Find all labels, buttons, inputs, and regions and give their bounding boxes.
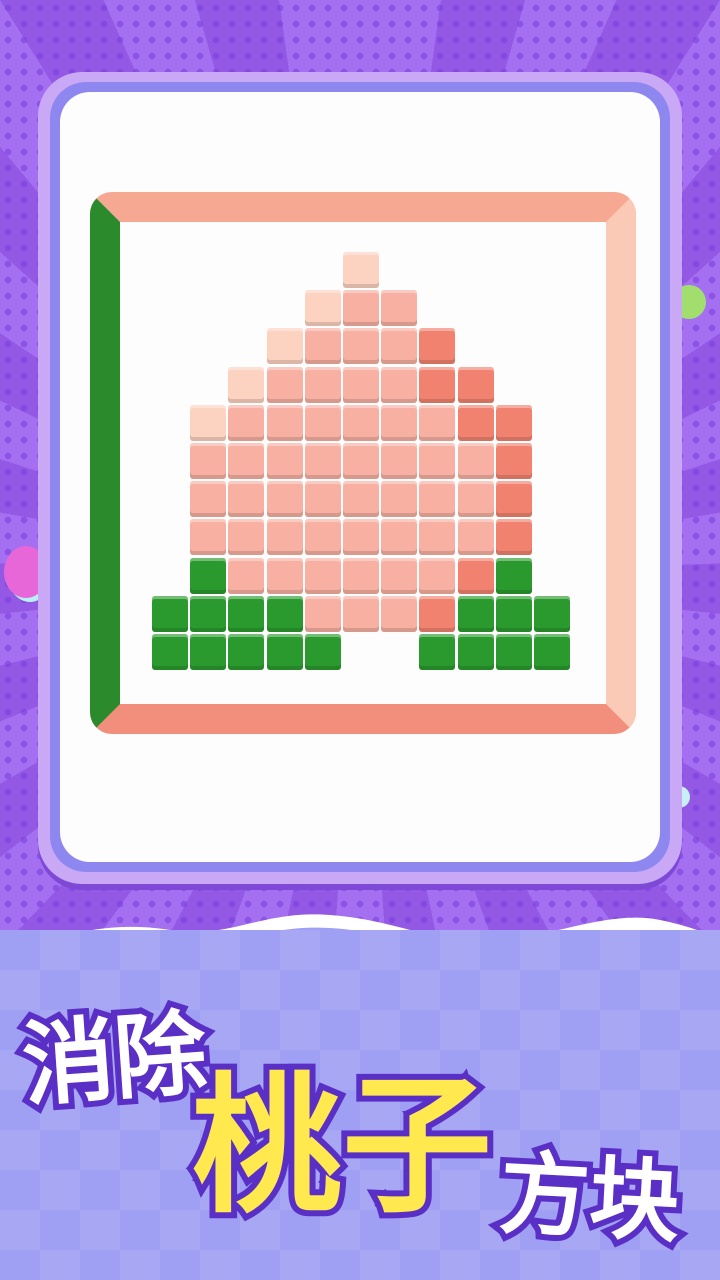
- puzzle-block[interactable]: [381, 328, 418, 365]
- puzzle-block[interactable]: [419, 366, 456, 403]
- puzzle-block[interactable]: [419, 557, 456, 594]
- title-word-peach: 桃子: [186, 1054, 498, 1240]
- puzzle-block[interactable]: [190, 557, 227, 594]
- title-word-blocks: 方块: [491, 1135, 688, 1261]
- puzzle-block[interactable]: [381, 481, 418, 518]
- puzzle-block[interactable]: [419, 481, 456, 518]
- puzzle-block[interactable]: [343, 404, 379, 441]
- puzzle-block[interactable]: [381, 519, 418, 556]
- puzzle-block[interactable]: [495, 481, 532, 518]
- puzzle-block[interactable]: [190, 404, 227, 441]
- puzzle-block[interactable]: [419, 443, 456, 479]
- puzzle-block[interactable]: [343, 519, 379, 556]
- puzzle-block[interactable]: [228, 634, 265, 670]
- puzzle-block[interactable]: [228, 443, 265, 479]
- puzzle-block[interactable]: [495, 519, 532, 556]
- puzzle-block[interactable]: [381, 366, 418, 403]
- puzzle-block[interactable]: [304, 404, 341, 441]
- puzzle-block[interactable]: [343, 290, 379, 327]
- puzzle-block[interactable]: [419, 595, 456, 632]
- puzzle-block[interactable]: [495, 557, 532, 594]
- puzzle-block[interactable]: [457, 634, 494, 670]
- puzzle-block[interactable]: [419, 404, 456, 441]
- puzzle-block[interactable]: [495, 595, 532, 632]
- puzzle-block[interactable]: [343, 328, 379, 365]
- puzzle-block[interactable]: [304, 634, 341, 670]
- puzzle-block[interactable]: [495, 404, 532, 441]
- puzzle-block[interactable]: [266, 595, 303, 632]
- puzzle-block[interactable]: [534, 634, 570, 670]
- puzzle-grid: [121, 222, 605, 702]
- puzzle-block[interactable]: [495, 443, 532, 479]
- puzzle-block[interactable]: [419, 634, 456, 670]
- puzzle-block[interactable]: [343, 481, 379, 518]
- puzzle-block[interactable]: [381, 404, 418, 441]
- puzzle-block[interactable]: [266, 366, 303, 403]
- puzzle-block[interactable]: [266, 481, 303, 518]
- puzzle-block[interactable]: [304, 290, 341, 327]
- title-word-eliminate: 消除: [13, 994, 216, 1126]
- puzzle-block[interactable]: [457, 404, 494, 441]
- puzzle-block[interactable]: [457, 366, 494, 403]
- puzzle-block[interactable]: [457, 481, 494, 518]
- puzzle-block[interactable]: [266, 328, 303, 365]
- puzzle-block[interactable]: [304, 519, 341, 556]
- puzzle-block[interactable]: [228, 595, 265, 632]
- puzzle-block[interactable]: [266, 634, 303, 670]
- puzzle-block[interactable]: [190, 519, 227, 556]
- puzzle-block[interactable]: [228, 366, 265, 403]
- puzzle-block[interactable]: [304, 557, 341, 594]
- puzzle-block[interactable]: [457, 557, 494, 594]
- puzzle-block[interactable]: [304, 328, 341, 365]
- puzzle-block[interactable]: [534, 595, 570, 632]
- puzzle-block[interactable]: [266, 404, 303, 441]
- puzzle-block[interactable]: [152, 634, 188, 670]
- puzzle-block[interactable]: [343, 595, 379, 632]
- puzzle-block[interactable]: [457, 519, 494, 556]
- puzzle-block[interactable]: [304, 366, 341, 403]
- puzzle-block[interactable]: [228, 481, 265, 518]
- puzzle-block[interactable]: [152, 595, 188, 632]
- puzzle-block[interactable]: [343, 366, 379, 403]
- puzzle-block[interactable]: [228, 404, 265, 441]
- puzzle-block[interactable]: [381, 595, 418, 632]
- puzzle-block[interactable]: [381, 290, 418, 327]
- puzzle-block[interactable]: [343, 443, 379, 479]
- puzzle-block[interactable]: [190, 443, 227, 479]
- puzzle-block[interactable]: [495, 634, 532, 670]
- puzzle-block[interactable]: [304, 443, 341, 479]
- puzzle-block[interactable]: [228, 557, 265, 594]
- puzzle-block[interactable]: [381, 443, 418, 479]
- puzzle-block[interactable]: [457, 595, 494, 632]
- puzzle-block[interactable]: [304, 481, 341, 518]
- puzzle-block[interactable]: [266, 519, 303, 556]
- puzzle-block[interactable]: [381, 557, 418, 594]
- puzzle-block[interactable]: [304, 595, 341, 632]
- puzzle-block[interactable]: [190, 634, 227, 670]
- puzzle-block[interactable]: [266, 557, 303, 594]
- puzzle-block[interactable]: [343, 252, 379, 288]
- puzzle-block[interactable]: [457, 443, 494, 479]
- puzzle-block[interactable]: [419, 328, 456, 365]
- puzzle-block[interactable]: [266, 443, 303, 479]
- puzzle-block[interactable]: [190, 595, 227, 632]
- puzzle-block[interactable]: [228, 519, 265, 556]
- puzzle-block[interactable]: [419, 519, 456, 556]
- puzzle-block[interactable]: [343, 557, 379, 594]
- puzzle-block[interactable]: [190, 481, 227, 518]
